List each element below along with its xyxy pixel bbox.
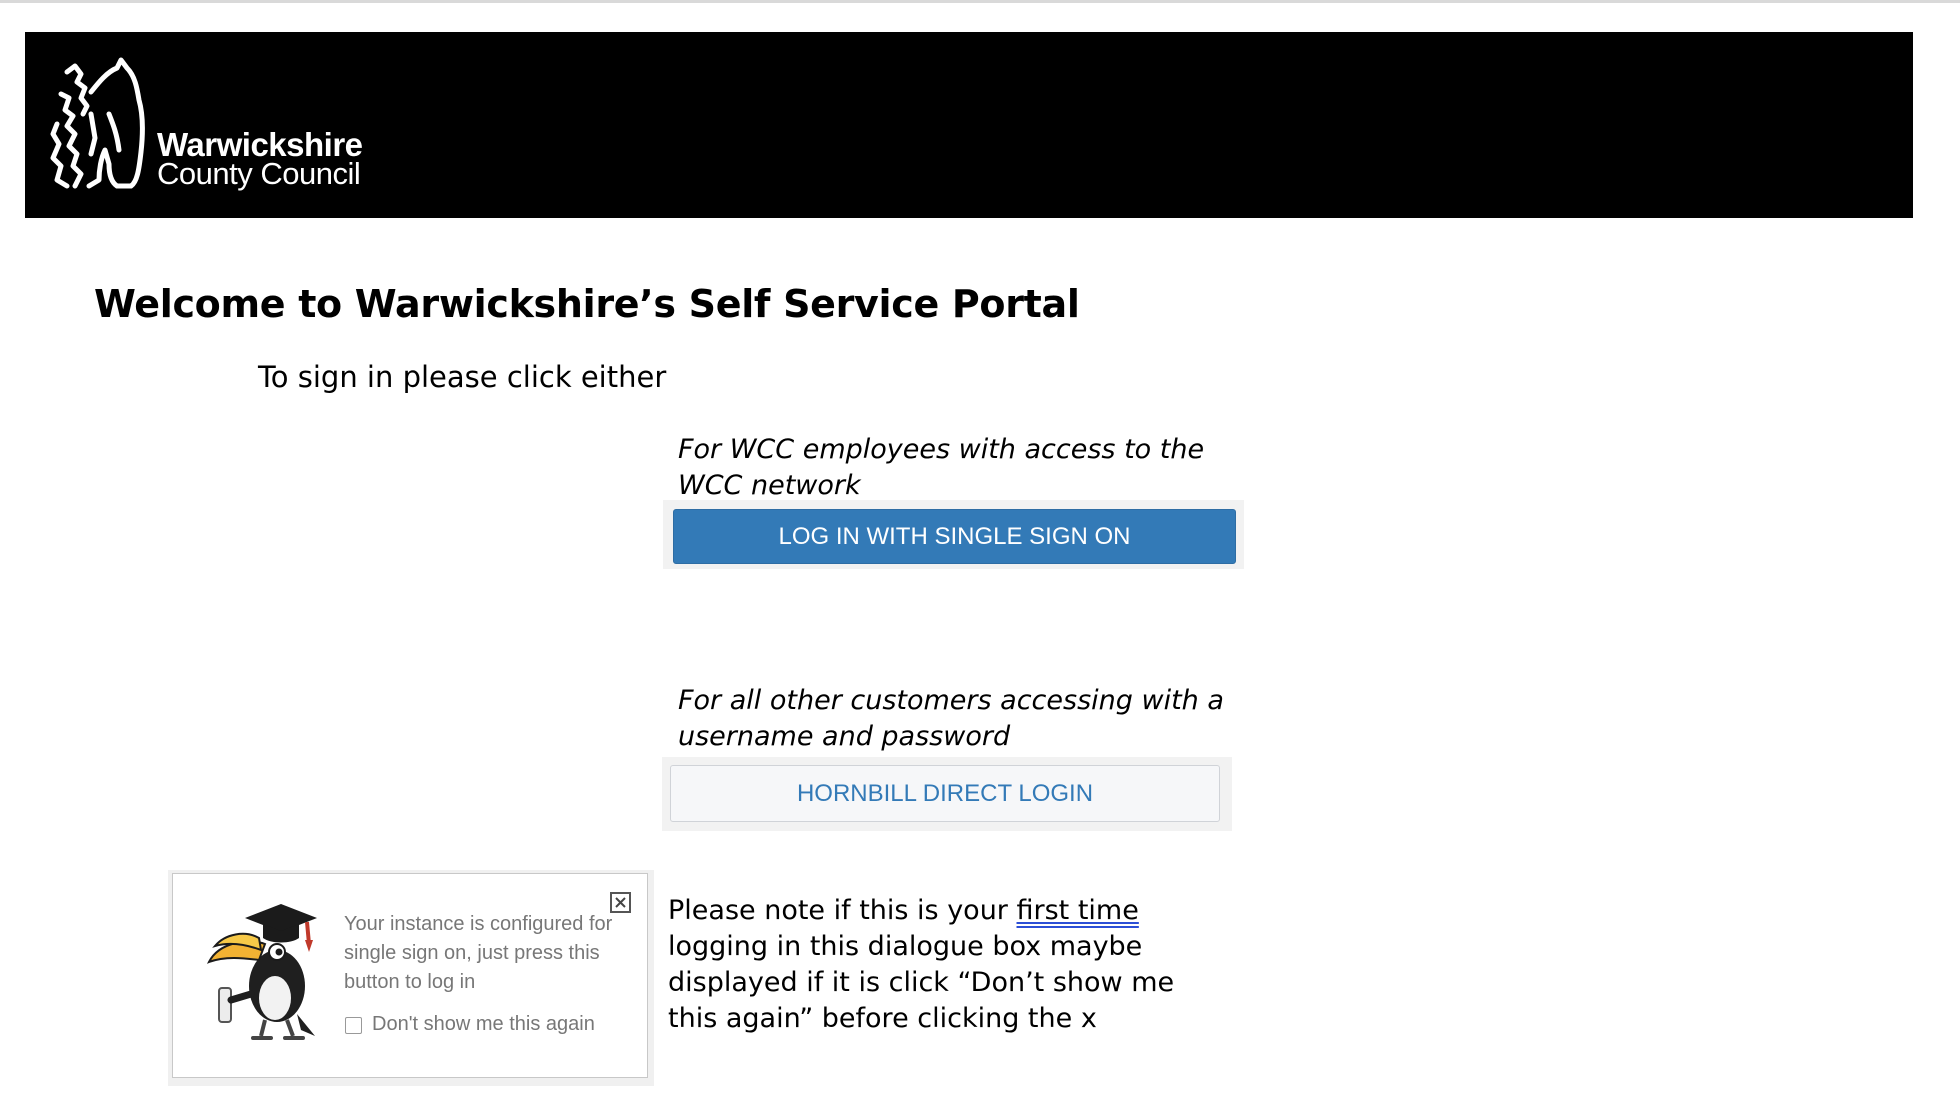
- close-x-glyph: [615, 897, 626, 908]
- dialog-message: Your instance is configured for single s…: [344, 913, 613, 993]
- sso-info-dialog: Your instance is configured for single s…: [172, 873, 648, 1078]
- note-text-part2: logging in this dialogue box maybe displ…: [668, 931, 1175, 1034]
- single-sign-on-button[interactable]: LOG IN WITH SINGLE SIGN ON: [673, 509, 1236, 564]
- direct-login-description: For all other customers accessing with a…: [678, 685, 1224, 752]
- hornbill-direct-login-button[interactable]: HORNBILL DIRECT LOGIN: [670, 765, 1220, 822]
- council-logo[interactable]: Warwickshire County Council: [47, 54, 387, 204]
- brand-name-line2: County Council: [157, 156, 361, 191]
- bear-and-ragged-staff-icon: [50, 57, 145, 189]
- browser-top-rule: [0, 0, 1960, 3]
- hornbill-mascot-icon: [205, 904, 320, 1048]
- dont-show-again-label[interactable]: Don't show me this again: [372, 1013, 595, 1036]
- sign-in-intro: To sign in please click either: [258, 360, 667, 394]
- page-title: Welcome to Warwickshire’s Self Service P…: [94, 282, 1080, 326]
- note-text-part1: Please note if this is your: [668, 895, 1017, 926]
- note-first-time: first time: [1016, 895, 1139, 926]
- dont-show-again-checkbox[interactable]: [345, 1017, 362, 1034]
- sso-description: For WCC employees with access to the WCC…: [678, 434, 1205, 501]
- direct-login-container: HORNBILL DIRECT LOGIN: [662, 757, 1232, 831]
- first-time-note: Please note if this is your first time l…: [668, 893, 1208, 1037]
- header-banner: Warwickshire County Council: [25, 32, 1913, 218]
- sso-button-container: LOG IN WITH SINGLE SIGN ON: [663, 500, 1244, 569]
